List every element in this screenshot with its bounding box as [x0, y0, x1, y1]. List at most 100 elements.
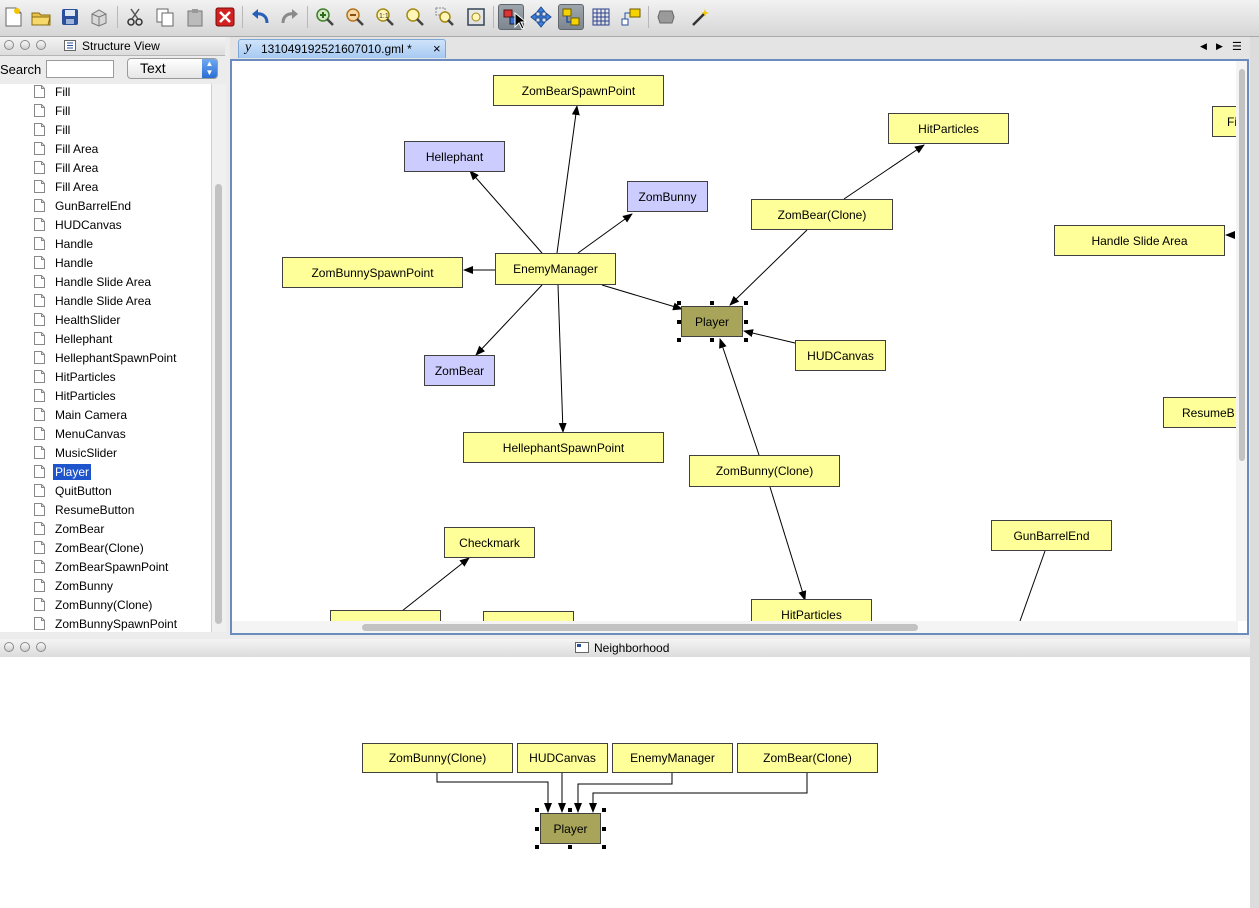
selection-handle[interactable]	[710, 301, 714, 305]
scrollbar-thumb[interactable]	[1239, 69, 1245, 461]
tree-item[interactable]: ResumeButton	[34, 500, 136, 519]
tree-item[interactable]: Handle Slide Area	[34, 291, 153, 310]
neighbor-node-zombear-clone[interactable]: ZomBear(Clone)	[737, 743, 878, 773]
zoom-area-icon[interactable]	[432, 4, 458, 30]
node-zombear[interactable]: ZomBear	[424, 355, 495, 386]
tree-item[interactable]: ZomBearSpawnPoint	[34, 557, 170, 576]
tree-item[interactable]: Fill	[34, 120, 72, 139]
neighbor-node-hudcanvas[interactable]: HUDCanvas	[517, 743, 608, 773]
tree-item[interactable]: HitParticles	[34, 386, 118, 405]
canvas-vertical-scrollbar[interactable]	[1236, 61, 1247, 621]
save-icon[interactable]	[57, 4, 83, 30]
node-enemymanager[interactable]: EnemyManager	[495, 253, 616, 285]
node-zombunny-spawnpoint[interactable]: ZomBunnySpawnPoint	[282, 257, 463, 288]
tree-item[interactable]: HUDCanvas	[34, 215, 124, 234]
canvas-horizontal-scrollbar[interactable]	[232, 621, 1238, 633]
tree-item[interactable]: ZomBunnySpawnPoint	[34, 614, 179, 632]
tree-item[interactable]: MusicSlider	[34, 443, 119, 462]
selection-handle[interactable]	[744, 301, 748, 305]
tree-item[interactable]: Handle	[34, 253, 95, 272]
redo-icon[interactable]	[277, 4, 303, 30]
selection-handle[interactable]	[744, 320, 748, 324]
open-folder-icon[interactable]	[28, 4, 54, 30]
neighbor-node-enemymanager[interactable]: EnemyManager	[612, 743, 733, 773]
tab-scroll-left-icon[interactable]: ◀	[1200, 41, 1207, 52]
zoom-actual-icon[interactable]: 1:1	[372, 4, 398, 30]
selection-handle[interactable]	[568, 808, 572, 812]
selection-handle[interactable]	[744, 338, 748, 342]
group-icon[interactable]	[653, 4, 679, 30]
structure-tree-scrollbar[interactable]	[211, 84, 226, 632]
selection-handle[interactable]	[602, 845, 606, 849]
tree-item[interactable]: GunBarrelEnd	[34, 196, 133, 215]
tree-item[interactable]: Hellephant	[34, 329, 114, 348]
undo-icon[interactable]	[247, 4, 273, 30]
tree-item[interactable]: ZomBear	[34, 519, 106, 538]
tree-item[interactable]: QuitButton	[34, 481, 114, 500]
tree-item[interactable]: Fill	[34, 84, 72, 101]
close-window-button[interactable]	[4, 40, 14, 50]
search-input[interactable]	[46, 60, 114, 78]
neighbor-node-zombunny-clone[interactable]: ZomBunny(Clone)	[362, 743, 513, 773]
filter-select[interactable]: Text ▲ ▼	[127, 58, 218, 79]
minimize-window-button[interactable]	[20, 40, 30, 50]
neighbor-node-player[interactable]: Player	[540, 813, 601, 844]
selection-handle[interactable]	[602, 808, 606, 812]
tree-item[interactable]: ZomBunny(Clone)	[34, 595, 154, 614]
selection-handle[interactable]	[677, 338, 681, 342]
node-player[interactable]: Player	[681, 306, 743, 337]
node-partial-resumebutton[interactable]: ResumeB	[1163, 397, 1243, 428]
selection-handle[interactable]	[535, 845, 539, 849]
node-zombunny[interactable]: ZomBunny	[627, 181, 708, 212]
selection-handle[interactable]	[677, 301, 681, 305]
node-handle-slide-area[interactable]: Handle Slide Area	[1054, 225, 1225, 256]
tree-item[interactable]: Player	[34, 462, 92, 481]
zoom-in-icon[interactable]	[312, 4, 338, 30]
cut-icon[interactable]	[122, 4, 148, 30]
graph-canvas[interactable]: ZomBearSpawnPoint Hellephant ZomBunny Hi…	[230, 59, 1249, 635]
fit-content-icon[interactable]	[463, 4, 489, 30]
tree-item[interactable]: Handle	[34, 234, 95, 253]
tree-item[interactable]: Fill Area	[34, 139, 100, 158]
tree-item[interactable]: HealthSlider	[34, 310, 122, 329]
node-zombear-clone[interactable]: ZomBear(Clone)	[751, 199, 893, 230]
minimize-window-button[interactable]	[20, 642, 30, 652]
node-zombear-spawnpoint[interactable]: ZomBearSpawnPoint	[493, 75, 664, 106]
delete-icon[interactable]	[212, 4, 238, 30]
scrollbar-thumb[interactable]	[362, 624, 918, 631]
zoom-window-button[interactable]	[36, 642, 46, 652]
tree-item[interactable]: Fill Area	[34, 177, 100, 196]
grid-icon[interactable]	[588, 4, 614, 30]
selection-handle[interactable]	[568, 845, 572, 849]
zoom-fit-icon[interactable]	[402, 4, 428, 30]
tab-gml-document[interactable]: y 131049192521607010.gml * ×	[238, 39, 446, 58]
zoom-out-icon[interactable]	[342, 4, 368, 30]
close-window-button[interactable]	[4, 642, 14, 652]
navigate-mode-icon[interactable]	[528, 4, 554, 30]
tree-item[interactable]: Fill	[34, 101, 72, 120]
node-hellephant[interactable]: Hellephant	[404, 141, 505, 172]
tree-item[interactable]: HellephantSpawnPoint	[34, 348, 178, 367]
copy-icon[interactable]	[152, 4, 178, 30]
node-hudcanvas[interactable]: HUDCanvas	[795, 340, 886, 371]
print-icon[interactable]	[86, 4, 112, 30]
tree-item[interactable]: Handle Slide Area	[34, 272, 153, 291]
selection-handle[interactable]	[677, 320, 681, 324]
tree-item[interactable]: HitParticles	[34, 367, 118, 386]
neighborhood-view[interactable]: ZomBunny(Clone) HUDCanvas EnemyManager Z…	[0, 657, 1250, 908]
magic-wand-icon[interactable]	[688, 4, 714, 30]
selection-handle[interactable]	[535, 827, 539, 831]
tree-item[interactable]: Fill Area	[34, 158, 100, 177]
close-tab-icon[interactable]: ×	[433, 41, 441, 56]
selection-handle[interactable]	[602, 827, 606, 831]
node-hellephant-spawnpoint[interactable]: HellephantSpawnPoint	[463, 432, 664, 463]
node-checkmark[interactable]: Checkmark	[444, 527, 535, 558]
properties-icon[interactable]	[618, 4, 644, 30]
selection-handle[interactable]	[535, 808, 539, 812]
selection-handle[interactable]	[710, 338, 714, 342]
tree-item[interactable]: Main Camera	[34, 405, 129, 424]
tree-item[interactable]: ZomBear(Clone)	[34, 538, 146, 557]
node-zombunny-clone[interactable]: ZomBunny(Clone)	[689, 455, 840, 487]
tree-item[interactable]: MenuCanvas	[34, 424, 128, 443]
node-hitparticles[interactable]: HitParticles	[888, 113, 1009, 144]
